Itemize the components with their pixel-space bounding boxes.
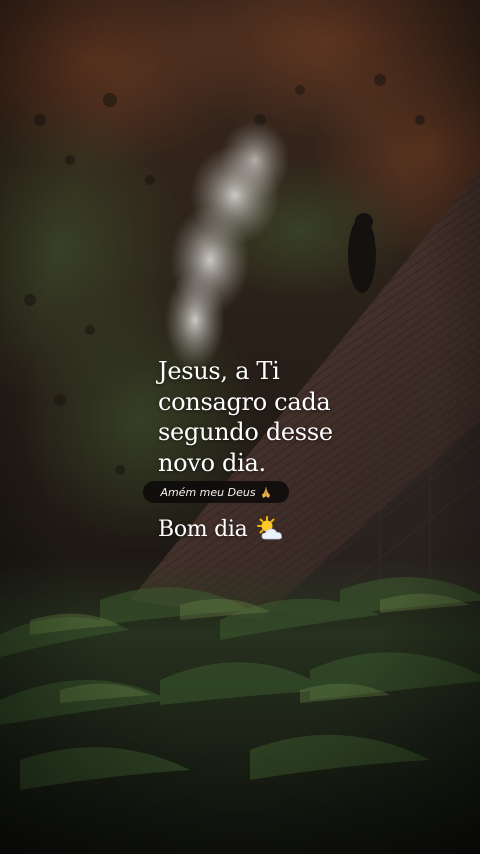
- caption-text: Amém meu Deus: [160, 485, 256, 499]
- quote-text: Jesus, a Ti consagro cada segundo desse …: [158, 356, 398, 478]
- quote-line: Jesus, a Ti: [158, 357, 280, 385]
- greeting-text: Bom dia: [158, 516, 248, 542]
- story-card: Jesus, a Ti consagro cada segundo desse …: [0, 0, 480, 854]
- quote-line: segundo desse: [158, 418, 333, 446]
- sun-behind-cloud-icon: [254, 515, 286, 543]
- praying-hands-icon: [261, 486, 270, 498]
- quote-line: consagro cada: [158, 387, 331, 416]
- caption-pill-text: Amém meu Deus: [160, 486, 255, 499]
- greeting: Bom dia: [158, 515, 286, 543]
- quote-line: novo dia.: [158, 448, 266, 477]
- caption-pill: Amém meu Deus: [143, 481, 289, 503]
